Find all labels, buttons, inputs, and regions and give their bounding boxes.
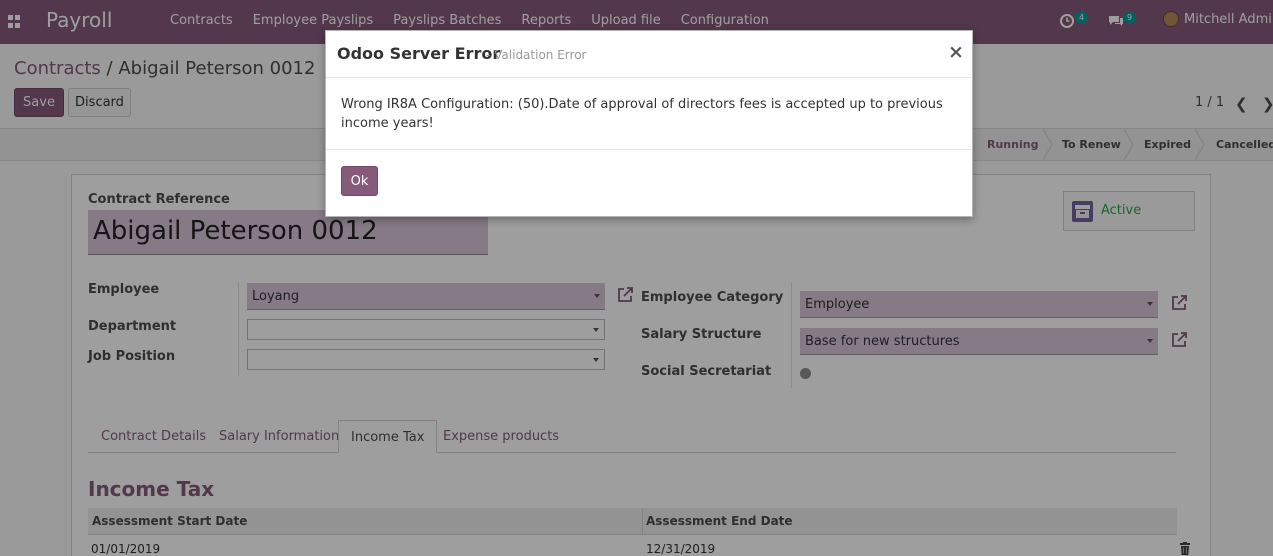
dialog-footer: Ok xyxy=(326,149,972,217)
dialog-message: Wrong IR8A Configuration: (50).Date of a… xyxy=(341,97,943,131)
error-dialog: Odoo Server Error - Validation Error × W… xyxy=(325,30,973,217)
dialog-header: Odoo Server Error - Validation Error × xyxy=(326,31,972,78)
dialog-title: Odoo Server Error xyxy=(337,44,501,63)
dialog-subtitle: - Validation Error xyxy=(486,48,587,62)
close-icon[interactable]: × xyxy=(948,41,964,63)
ok-button[interactable]: Ok xyxy=(341,166,378,196)
